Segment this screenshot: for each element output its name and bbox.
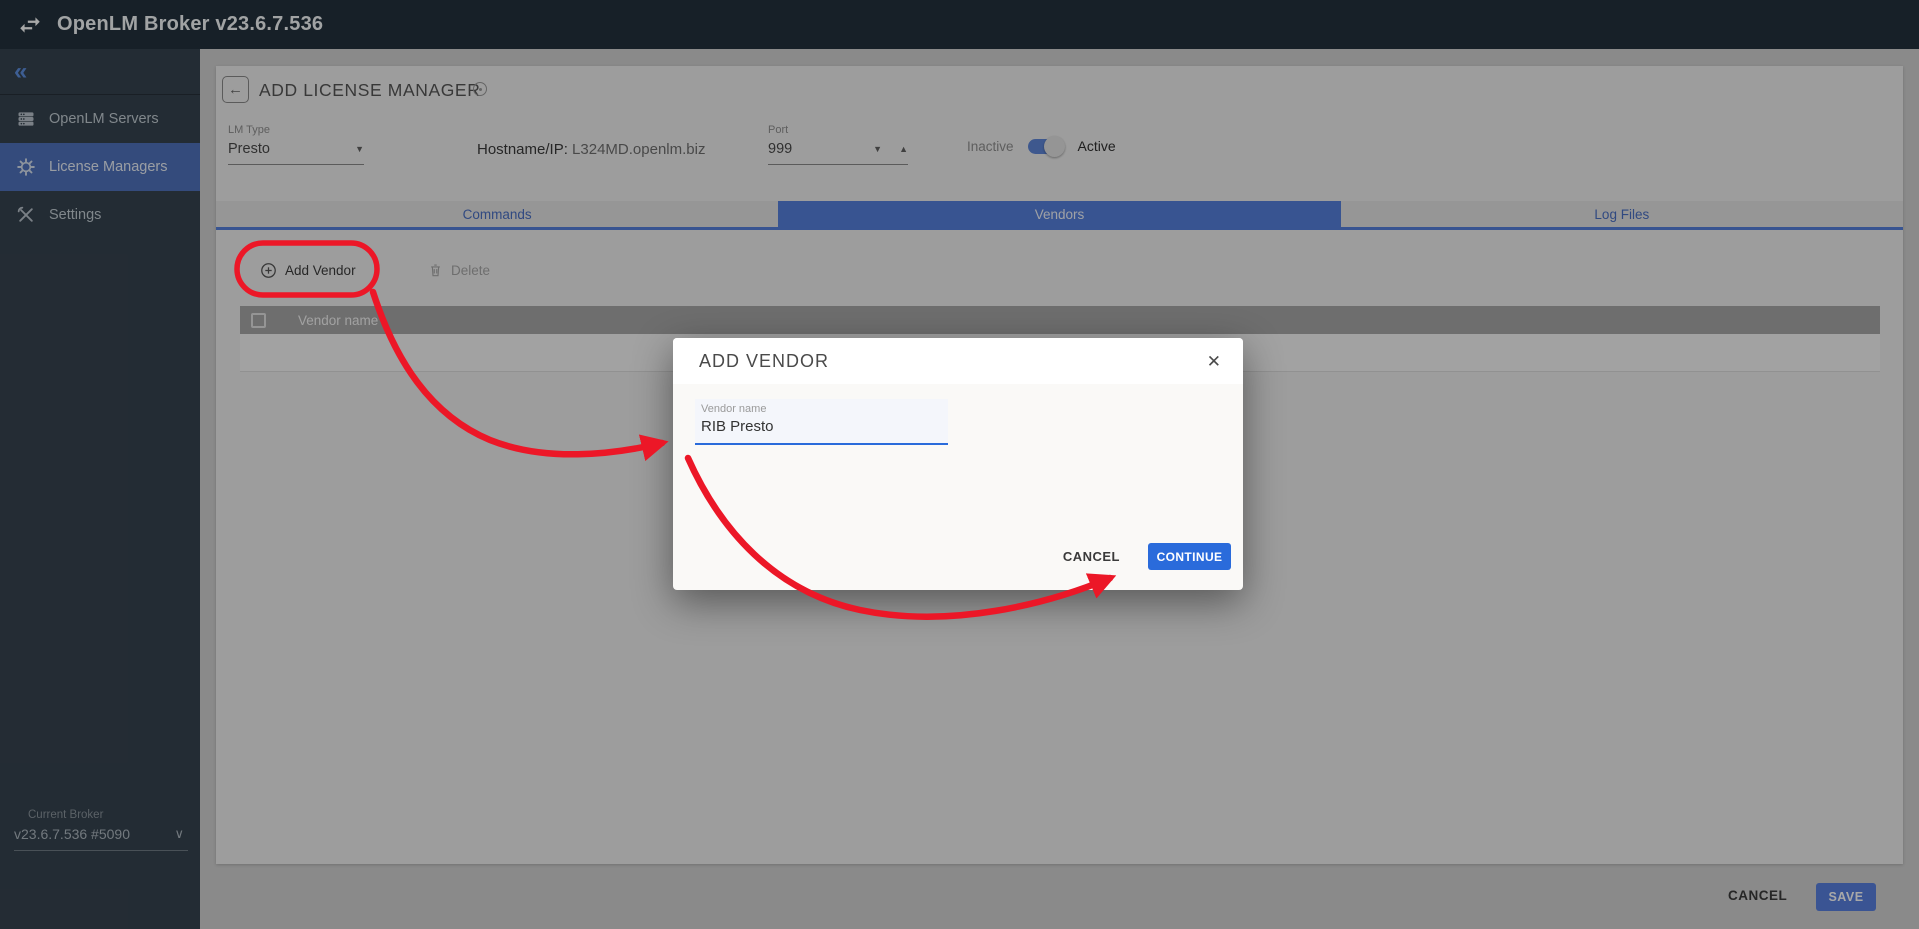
app-root: { "topbar": { "title": "OpenLM Broker v2…: [0, 0, 1919, 929]
vendor-name-label: Vendor name: [701, 403, 766, 415]
dialog-continue-button[interactable]: CONTINUE: [1148, 543, 1231, 570]
add-vendor-dialog: ADD VENDOR ✕ Vendor name CANCEL CONTINUE: [673, 338, 1243, 590]
vendor-name-field: Vendor name: [695, 399, 948, 445]
dialog-title: ADD VENDOR: [699, 351, 829, 372]
dialog-header: ADD VENDOR ✕: [673, 338, 1243, 384]
vendor-name-input[interactable]: [701, 418, 941, 435]
dialog-actions: CANCEL CONTINUE: [1063, 543, 1231, 570]
dialog-cancel-button[interactable]: CANCEL: [1063, 549, 1120, 564]
close-icon[interactable]: ✕: [1207, 353, 1221, 370]
